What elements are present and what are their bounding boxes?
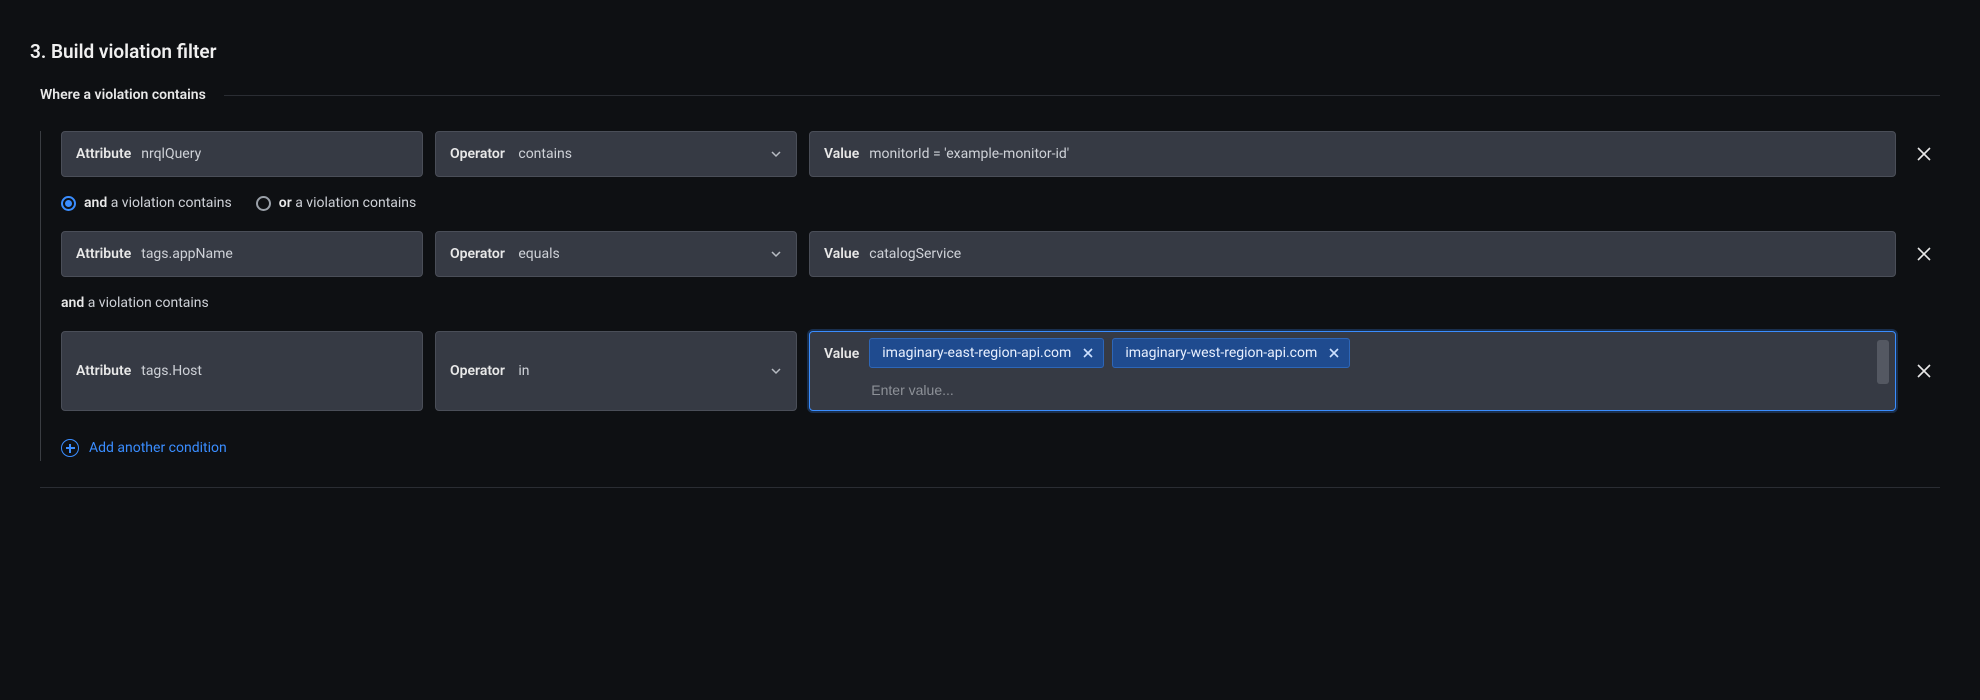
value-input[interactable]: [869, 376, 1881, 404]
value-multiselect-field[interactable]: Value imaginary-east-region-api.com imag…: [809, 331, 1896, 411]
operator-value: in: [518, 363, 529, 379]
logic-selector: and a violation contains or a violation …: [61, 195, 1940, 211]
value-field[interactable]: Value monitorId = 'example-monitor-id': [809, 131, 1896, 177]
value-tag: imaginary-east-region-api.com: [869, 338, 1104, 368]
logic-static-label: and a violation contains: [61, 295, 1940, 311]
operator-value: contains: [518, 146, 572, 162]
attribute-field[interactable]: Attribute nrqlQuery: [61, 131, 423, 177]
remove-tag-button[interactable]: [1081, 346, 1095, 360]
operator-label: Operator: [450, 363, 505, 379]
radio-checked-icon: [61, 196, 76, 211]
divider: [224, 95, 1940, 96]
remove-tag-button[interactable]: [1327, 346, 1341, 360]
value-label: Value: [824, 336, 859, 362]
tag-text: imaginary-west-region-api.com: [1125, 345, 1317, 361]
filter-fieldset: Where a violation contains Attribute nrq…: [30, 87, 1950, 514]
attribute-label: Attribute: [76, 146, 131, 162]
condition-row: Attribute nrqlQuery Operator contains Va…: [61, 131, 1940, 177]
value-tag: imaginary-west-region-api.com: [1112, 338, 1350, 368]
logic-and-rest: a violation contains: [107, 195, 232, 211]
chevron-down-icon: [770, 248, 782, 260]
attribute-value: nrqlQuery: [141, 146, 201, 162]
operator-value: equals: [518, 246, 559, 262]
operator-field[interactable]: Operator in: [435, 331, 797, 411]
chevron-down-icon: [770, 148, 782, 160]
logic-or-strong: or: [279, 195, 292, 211]
value-label: Value: [824, 246, 859, 262]
logic-and-strong: and: [84, 195, 107, 211]
attribute-label: Attribute: [76, 246, 131, 262]
operator-label: Operator: [450, 246, 505, 262]
value-field[interactable]: Value catalogService: [809, 231, 1896, 277]
add-condition-label: Add another condition: [89, 440, 227, 456]
plus-circle-icon: [61, 439, 79, 457]
operator-label: Operator: [450, 146, 505, 162]
value-label: Value: [824, 146, 859, 162]
tags-area: imaginary-east-region-api.com imaginary-…: [869, 336, 1881, 406]
chevron-down-icon: [770, 365, 782, 377]
logic-and-option[interactable]: and a violation contains: [61, 195, 232, 211]
add-condition-button[interactable]: Add another condition: [61, 439, 227, 457]
section-title: 3. Build violation filter: [30, 40, 1950, 63]
remove-condition-button[interactable]: [1908, 331, 1940, 411]
attribute-label: Attribute: [76, 363, 131, 379]
fieldset-legend-text: Where a violation contains: [40, 87, 224, 103]
tag-text: imaginary-east-region-api.com: [882, 345, 1071, 361]
value-text: monitorId = 'example-monitor-id': [869, 146, 1069, 162]
attribute-field[interactable]: Attribute tags.Host: [61, 331, 423, 411]
remove-condition-button[interactable]: [1908, 231, 1940, 277]
radio-unchecked-icon: [256, 196, 271, 211]
logic-static-strong: and: [61, 295, 84, 311]
attribute-value: tags.appName: [141, 246, 233, 262]
condition-row: Attribute tags.appName Operator equals V…: [61, 231, 1940, 277]
operator-field[interactable]: Operator equals: [435, 231, 797, 277]
logic-static-rest: a violation contains: [84, 295, 209, 311]
condition-row: Attribute tags.Host Operator in Value im…: [61, 331, 1940, 411]
scrollbar-thumb[interactable]: [1877, 340, 1889, 384]
divider: [40, 487, 1940, 488]
attribute-field[interactable]: Attribute tags.appName: [61, 231, 423, 277]
logic-or-rest: a violation contains: [292, 195, 417, 211]
fieldset-legend: Where a violation contains: [40, 87, 1940, 103]
value-text: catalogService: [869, 246, 961, 262]
logic-or-option[interactable]: or a violation contains: [256, 195, 417, 211]
attribute-value: tags.Host: [141, 363, 202, 379]
operator-field[interactable]: Operator contains: [435, 131, 797, 177]
remove-condition-button[interactable]: [1908, 131, 1940, 177]
conditions-list: Attribute nrqlQuery Operator contains Va…: [40, 131, 1940, 461]
